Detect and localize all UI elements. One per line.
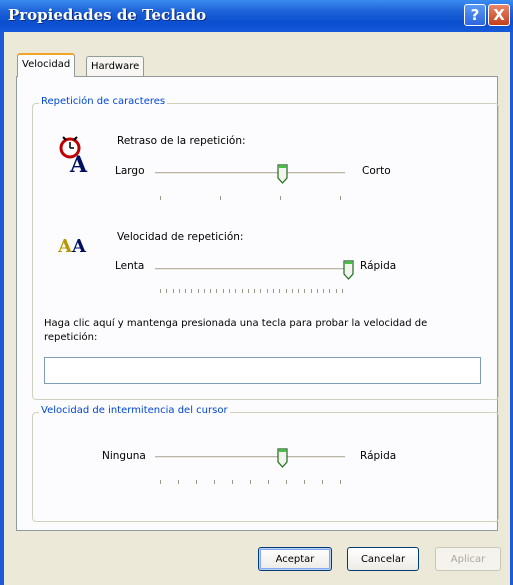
slider-tick — [254, 289, 255, 293]
test-prompt: Haga clic aquí y mantenga presionada una… — [44, 318, 428, 343]
rate-slider-thumb[interactable] — [343, 260, 354, 280]
apply-button-label: Aplicar — [450, 553, 486, 565]
tab-velocidad-label: Velocidad — [22, 59, 71, 70]
slider-tick — [160, 289, 161, 293]
delay-slider-ticks — [160, 196, 341, 200]
slider-tick — [196, 480, 197, 484]
slider-tick — [322, 480, 323, 484]
slider-tick — [223, 289, 224, 293]
rate-slider-track[interactable] — [155, 268, 348, 271]
slider-tick — [292, 289, 293, 293]
slider-tick — [267, 289, 268, 293]
delay-min-label: Largo — [115, 165, 145, 177]
slider-tick — [273, 289, 274, 293]
blink-min-label: Ninguna — [102, 450, 146, 462]
slider-tick — [220, 196, 221, 200]
slider-tick — [340, 196, 341, 200]
slider-tick — [280, 196, 281, 200]
rate-title: Velocidad de repetición: — [117, 231, 244, 243]
rate-min-label: Lenta — [115, 260, 145, 272]
cursor-blink-group-label: Velocidad de intermitencia del cursor — [39, 405, 230, 416]
blink-max-label: Rápida — [360, 450, 397, 462]
slider-tick — [260, 289, 261, 293]
slider-tick — [204, 289, 205, 293]
slider-tick — [229, 289, 230, 293]
slider-tick — [178, 480, 179, 484]
delay-title: Retraso de la repetición: — [117, 135, 246, 147]
slider-tick — [323, 289, 324, 293]
blink-slider-ticks — [160, 480, 341, 484]
slider-tick — [210, 289, 211, 293]
slider-tick — [317, 289, 318, 293]
blink-slider-track[interactable] — [155, 456, 345, 459]
slider-tick — [216, 289, 217, 293]
slider-tick — [304, 480, 305, 484]
apply-button[interactable]: Aplicar — [435, 547, 501, 571]
help-button[interactable]: ? — [464, 4, 486, 26]
slider-tick — [191, 289, 192, 293]
rate-max-label: Rápida — [360, 260, 397, 272]
cancel-button-label: Cancelar — [360, 553, 406, 565]
svg-text:A: A — [69, 152, 88, 174]
slider-tick — [179, 289, 180, 293]
slider-tick — [232, 480, 233, 484]
slider-tick — [279, 289, 280, 293]
clock-letter-a-icon: A — [56, 134, 94, 174]
slider-tick — [329, 289, 330, 293]
repeat-group-label: Repetición de caracteres — [39, 96, 168, 107]
delay-slider-track[interactable] — [155, 172, 345, 175]
slider-tick — [235, 289, 236, 293]
svg-text:A: A — [71, 236, 87, 256]
slider-tick — [214, 480, 215, 484]
slider-tick — [242, 289, 243, 293]
keyboard-properties-window: Propiedades de Teclado ? X Velocidad Har… — [0, 0, 513, 585]
cursor-blink-group: Velocidad de intermitencia del cursor — [32, 405, 499, 522]
close-button[interactable]: X — [488, 4, 510, 26]
slider-tick — [198, 289, 199, 293]
accept-button[interactable]: Aceptar — [258, 547, 332, 571]
help-icon: ? — [470, 6, 480, 24]
slider-tick — [173, 289, 174, 293]
blink-slider-thumb[interactable] — [277, 448, 288, 468]
slider-tick — [304, 289, 305, 293]
slider-tick — [340, 480, 341, 484]
slider-tick — [286, 289, 287, 293]
slider-tick — [160, 480, 161, 484]
tab-hardware-label: Hardware — [91, 61, 140, 72]
slider-tick — [298, 289, 299, 293]
slider-tick — [166, 289, 167, 293]
tab-hardware[interactable]: Hardware — [86, 56, 145, 76]
slider-tick — [311, 289, 312, 293]
slider-tick — [160, 196, 161, 200]
slider-tick — [248, 289, 249, 293]
slider-tick — [250, 480, 251, 484]
window-title: Propiedades de Teclado — [8, 6, 207, 24]
slider-tick — [342, 289, 343, 293]
close-icon: X — [493, 6, 505, 24]
cancel-button[interactable]: Cancelar — [347, 547, 419, 571]
slider-tick — [268, 480, 269, 484]
double-letter-a-icon: A A — [58, 232, 94, 256]
slider-tick — [286, 480, 287, 484]
slider-tick — [336, 289, 337, 293]
delay-slider-thumb[interactable] — [277, 164, 288, 184]
title-bar[interactable]: Propiedades de Teclado ? X — [0, 0, 513, 32]
repeat-group: Repetición de caracteres — [32, 96, 499, 400]
window-frame-left — [0, 32, 4, 585]
delay-max-label: Corto — [362, 165, 391, 177]
slider-tick — [185, 289, 186, 293]
rate-slider-ticks — [160, 289, 343, 293]
accept-button-label: Aceptar — [275, 553, 315, 565]
svg-text:A: A — [58, 236, 73, 256]
tab-velocidad[interactable]: Velocidad — [17, 53, 76, 77]
repeat-test-input[interactable] — [44, 357, 481, 384]
